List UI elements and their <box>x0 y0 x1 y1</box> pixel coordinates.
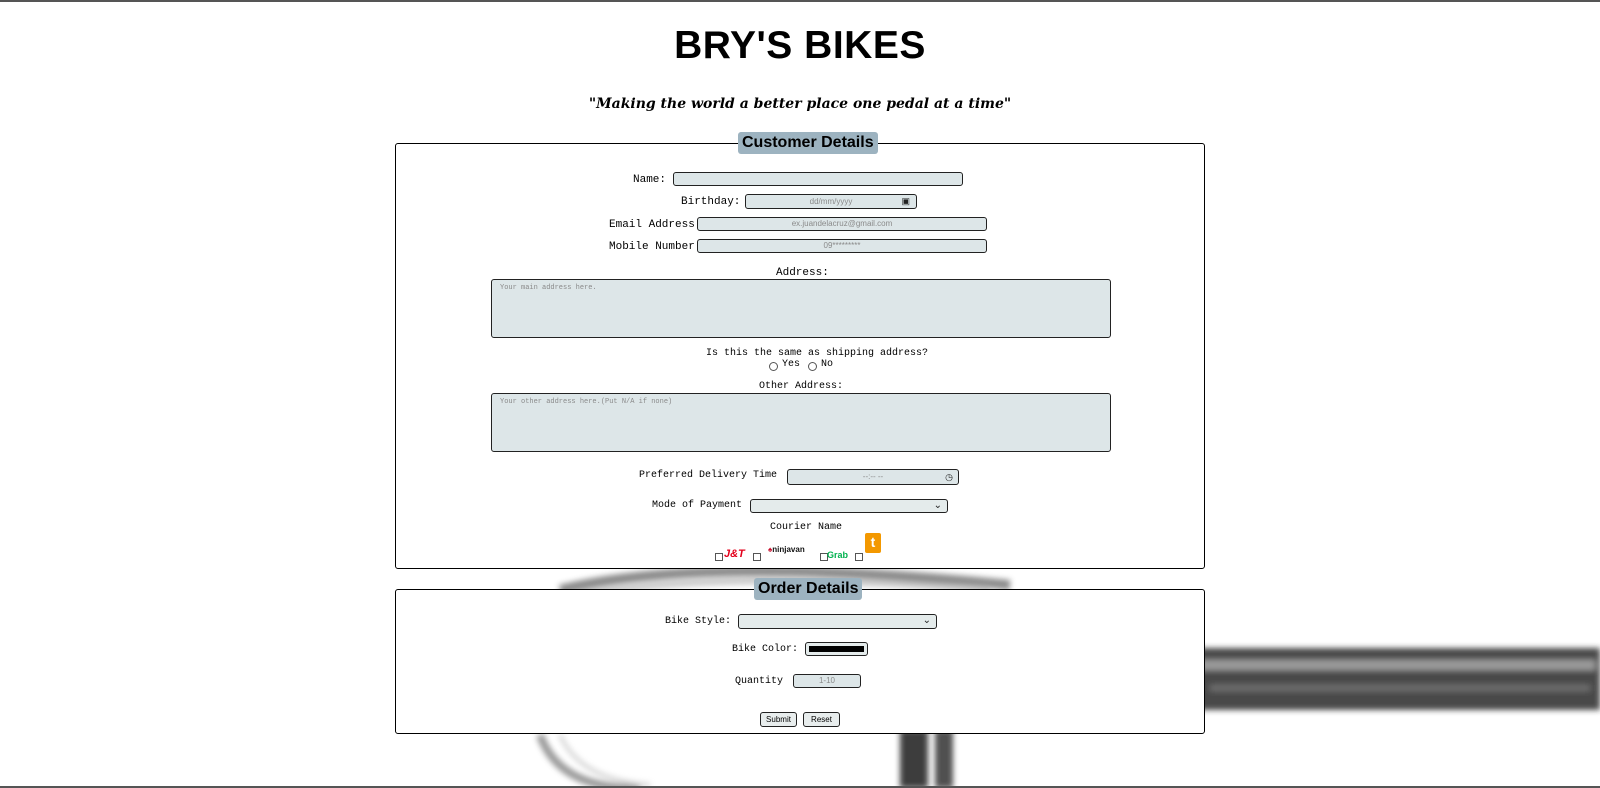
jt-logo: J&T <box>724 548 745 560</box>
shipping-yes-label: Yes <box>782 359 801 370</box>
mobile-label: Mobile Number <box>609 241 695 253</box>
email-label: Email Address <box>609 219 695 231</box>
payment-label: Mode of Payment <box>652 500 743 511</box>
quantity-placeholder: 1-10 <box>818 676 835 685</box>
ninjavan-text: ninjavan <box>772 545 805 554</box>
address-textarea[interactable]: Your main address here. <box>491 279 1111 338</box>
delivery-time-placeholder: --:-- -- <box>862 472 884 481</box>
shipping-no-label: No <box>821 359 834 370</box>
customer-details-legend: Customer Details <box>738 132 878 154</box>
bike-style-label: Bike Style: <box>665 616 732 627</box>
address-placeholder: Your main address here. <box>500 284 597 292</box>
mobile-input[interactable]: 09********* <box>697 239 987 253</box>
email-placeholder: ex.juandelacruz@gmail.com <box>791 219 893 228</box>
tagline: "Making the world a better place one ped… <box>588 96 1012 112</box>
order-details-section: Order Details Bike Style: ⌄ Bike Color: … <box>395 578 1205 734</box>
shipping-no-radio[interactable] <box>808 362 817 371</box>
bike-color-swatch <box>809 646 864 652</box>
courier-jt-checkbox[interactable] <box>715 553 723 561</box>
shipping-yes-radio[interactable] <box>769 362 778 371</box>
ninjavan-logo: ♠ninjavan <box>768 545 805 554</box>
birthday-placeholder: dd/mm/yyyy <box>809 197 853 206</box>
page-title: BRY'S BIKES <box>674 24 926 67</box>
customer-details-section: Customer Details Name: Birthday: dd/mm/y… <box>395 132 1205 569</box>
name-label: Name: <box>633 174 667 186</box>
courier-ninjavan-checkbox[interactable] <box>753 553 761 561</box>
delivery-time-input[interactable]: --:-- -- ◷ <box>787 469 959 485</box>
chevron-down-icon: ⌄ <box>922 615 931 626</box>
birthday-label: Birthday: <box>681 196 741 208</box>
courier-lalamove-checkbox[interactable] <box>855 553 863 561</box>
bike-color-picker[interactable] <box>805 642 868 656</box>
chevron-down-icon: ⌄ <box>933 500 942 511</box>
other-address-textarea[interactable]: Your other address here.(Put N/A if none… <box>491 393 1111 452</box>
other-address-label: Other Address: <box>759 381 844 392</box>
grab-logo: Grab <box>827 550 849 560</box>
quantity-label: Quantity <box>735 676 784 687</box>
calendar-icon[interactable]: ▣ <box>901 195 910 208</box>
lalamove-logo: t <box>865 533 881 553</box>
other-address-placeholder: Your other address here.(Put N/A if none… <box>500 398 673 406</box>
bike-style-select[interactable]: ⌄ <box>738 614 937 629</box>
submit-button[interactable]: Submit <box>760 712 797 727</box>
order-details-legend: Order Details <box>754 578 863 600</box>
mobile-placeholder: 09********* <box>823 241 861 250</box>
shipping-question: Is this the same as shipping address? <box>706 348 929 359</box>
birthday-input[interactable]: dd/mm/yyyy ▣ <box>745 194 917 209</box>
payment-select[interactable]: ⌄ <box>750 499 948 513</box>
courier-label: Courier Name <box>770 522 843 533</box>
bike-color-label: Bike Color: <box>732 644 799 655</box>
reset-button[interactable]: Reset <box>803 712 840 727</box>
delivery-time-label: Preferred Delivery Time <box>639 470 778 481</box>
address-label: Address: <box>776 267 829 279</box>
quantity-input[interactable]: 1-10 <box>793 674 861 688</box>
clock-icon[interactable]: ◷ <box>945 470 953 484</box>
email-input[interactable]: ex.juandelacruz@gmail.com <box>697 217 987 231</box>
name-input[interactable] <box>673 172 963 186</box>
